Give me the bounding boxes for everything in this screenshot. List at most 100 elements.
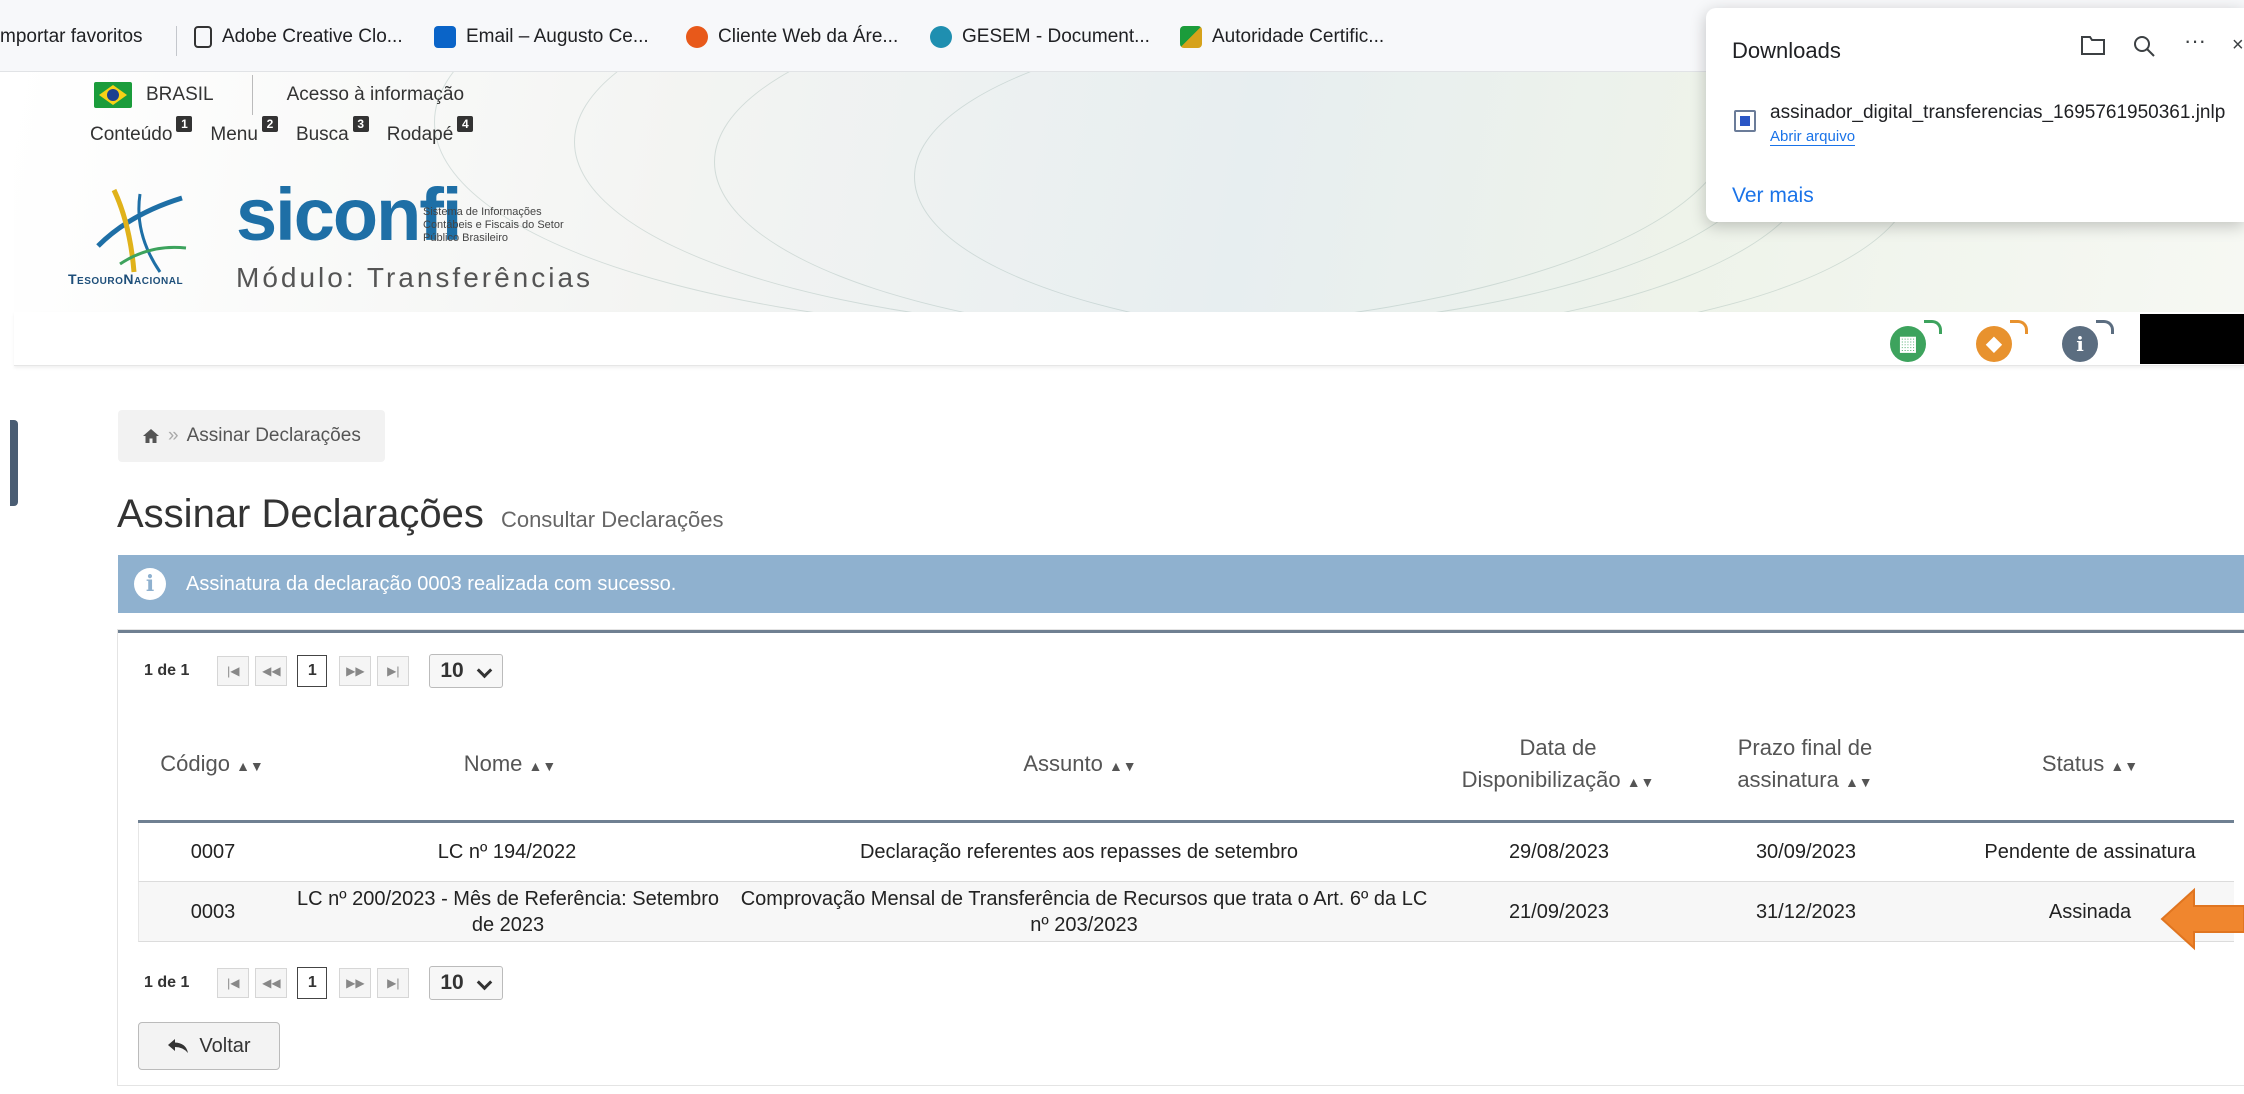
breadcrumb-separator: » xyxy=(168,425,179,446)
close-icon[interactable]: × xyxy=(2232,34,2244,57)
col-header-prazo[interactable]: Prazo final de assinatura ▲▼ xyxy=(1700,732,1910,798)
folder-icon[interactable] xyxy=(2080,34,2106,62)
skip-key: 4 xyxy=(457,116,474,132)
skip-menu-link[interactable]: Menu 2 xyxy=(210,116,278,146)
bookmark-label: Adobe Creative Clo... xyxy=(222,26,403,47)
bookmark-email[interactable]: Email – Augusto Ce... xyxy=(434,26,649,48)
info-icon[interactable]: i xyxy=(2062,320,2114,362)
pager-bottom: 1 de 1 |◀ ◀◀ 1 ▶▶ ▶| 10 xyxy=(144,966,504,1000)
bookmark-label: Email – Augusto Ce... xyxy=(466,26,649,47)
cell-data: 29/08/2023 xyxy=(1508,841,1610,863)
file-icon xyxy=(1734,110,1756,132)
prev-page-button[interactable]: ◀◀ xyxy=(255,656,288,686)
sort-icon: ▲▼ xyxy=(1844,774,1873,790)
brazil-flag-icon xyxy=(94,82,132,108)
search-icon[interactable] xyxy=(2132,34,2156,64)
redacted-block xyxy=(2140,314,2244,364)
col-header-codigo[interactable]: Código ▲▼ xyxy=(150,748,274,782)
page-size-select[interactable]: 10 xyxy=(429,966,504,1000)
reply-icon xyxy=(168,1039,189,1053)
col-header-data[interactable]: Data de Disponibilização ▲▼ xyxy=(1440,732,1676,798)
gov-separator xyxy=(251,75,253,115)
skip-key: 2 xyxy=(261,116,278,132)
page-subtitle: Consultar Declarações xyxy=(500,507,724,532)
bookmark-label: mportar favoritos xyxy=(0,26,143,47)
success-alert: i Assinatura da declaração 0003 realizad… xyxy=(118,555,2244,613)
bookmark-adobe[interactable]: Adobe Creative Clo... xyxy=(194,26,403,48)
bookmark-autoridade[interactable]: Autoridade Certific... xyxy=(1180,26,1384,48)
back-button[interactable]: Voltar xyxy=(138,1022,280,1070)
skip-links: Conteúdo 1 Menu 2 Busca 3 Rodapé 4 xyxy=(90,116,474,146)
pager-count: 1 de 1 xyxy=(144,662,190,679)
certificate-icon xyxy=(1180,26,1202,48)
breadcrumb: » Assinar Declarações xyxy=(118,410,385,462)
open-file-link[interactable]: Abrir arquivo xyxy=(1770,128,1856,146)
col-header-assunto[interactable]: Assunto ▲▼ xyxy=(740,748,1420,782)
cell-assunto: Comprovação Mensal de Transferência de R… xyxy=(740,888,1428,936)
pager-top: 1 de 1 |◀ ◀◀ 1 ▶▶ ▶| 10 xyxy=(144,654,504,688)
first-page-button[interactable]: |◀ xyxy=(217,656,250,686)
module-title: Módulo: Transferências xyxy=(236,262,594,293)
skip-footer-link[interactable]: Rodapé 4 xyxy=(387,116,474,146)
current-page-button[interactable]: 1 xyxy=(297,967,328,999)
bookmark-import-favorites[interactable]: mportar favoritos xyxy=(0,26,143,48)
last-page-button[interactable]: ▶| xyxy=(377,968,410,998)
diamond-glyph: ◆ xyxy=(1986,333,2002,355)
sort-icon: ▲▼ xyxy=(236,758,264,774)
skip-content-link[interactable]: Conteúdo 1 xyxy=(90,116,193,146)
cell-data: 21/09/2023 xyxy=(1508,901,1610,923)
bookmark-label: GESEM - Document... xyxy=(962,26,1150,47)
info-circle-icon: i xyxy=(134,568,166,600)
home-icon[interactable] xyxy=(142,428,160,444)
table-row[interactable]: 0007 LC nº 194/2022 Declaração referente… xyxy=(138,823,2234,882)
sort-icon: ▲▼ xyxy=(2110,758,2139,774)
bookmark-separator xyxy=(176,26,177,56)
skip-label: Busca xyxy=(295,124,349,145)
side-menu-toggle[interactable] xyxy=(10,420,18,506)
col-header-status[interactable]: Status ▲▼ xyxy=(1960,748,2220,782)
cell-codigo: 0003 xyxy=(190,901,236,923)
skip-key: 3 xyxy=(352,116,369,132)
bookmark-label: Autoridade Certific... xyxy=(1212,26,1385,47)
back-button-label: Voltar xyxy=(199,1034,251,1057)
next-page-button[interactable]: ▶▶ xyxy=(339,656,372,686)
first-page-button[interactable]: |◀ xyxy=(217,968,250,998)
siconfi-subtitle: Sistema de Informações Contábeis e Fisca… xyxy=(423,206,564,244)
sort-icon: ▲▼ xyxy=(528,758,557,774)
col-header-nome[interactable]: Nome ▲▼ xyxy=(300,748,720,782)
gov-bar: BRASIL Acesso à informação xyxy=(94,75,464,115)
download-filename[interactable]: assinador_digital_transferencias_1695761… xyxy=(1770,102,2225,124)
cell-status: Pendente de assinatura xyxy=(1984,841,2196,863)
col-header-label: Data de Disponibilização xyxy=(1461,735,1621,792)
skip-search-link[interactable]: Busca 3 xyxy=(295,116,369,146)
more-options-icon[interactable]: ··· xyxy=(2184,28,2206,54)
tesouro-nacional-label: TesouroNacional xyxy=(68,271,184,287)
next-page-button[interactable]: ▶▶ xyxy=(339,968,372,998)
last-page-button[interactable]: ▶| xyxy=(377,656,410,686)
see-more-link[interactable]: Ver mais xyxy=(1732,184,1814,208)
cell-prazo: 31/12/2023 xyxy=(1755,901,1857,923)
cell-nome: LC nº 200/2023 - Mês de Referência: Sete… xyxy=(297,888,719,936)
col-header-label: Código xyxy=(160,751,230,776)
table-row[interactable]: 0003 LC nº 200/2023 - Mês de Referência:… xyxy=(138,882,2234,942)
page-title: Assinar Declarações Consultar Declaraçõe… xyxy=(117,492,724,537)
outlook-icon xyxy=(434,26,456,48)
access-info-link[interactable]: Acesso à informação xyxy=(287,84,464,106)
gov-country[interactable]: BRASIL xyxy=(146,84,214,106)
bookmark-label: Cliente Web da Áre... xyxy=(718,26,899,47)
tesouro-logo-icon xyxy=(96,188,187,273)
skip-label: Conteúdo xyxy=(90,124,173,145)
diamond-icon[interactable]: ◆ xyxy=(1976,320,2028,362)
cell-codigo: 0007 xyxy=(190,841,236,863)
page-size-select[interactable]: 10 xyxy=(429,654,504,688)
page-title-text: Assinar Declarações xyxy=(117,492,484,536)
cell-assunto: Declaração referentes aos repasses de se… xyxy=(859,841,1298,863)
calculator-icon[interactable]: ▦ xyxy=(1890,320,1942,362)
skip-key: 1 xyxy=(176,116,193,132)
cell-nome: LC nº 194/2022 xyxy=(437,841,577,863)
bookmark-cliente-web[interactable]: Cliente Web da Áre... xyxy=(686,26,898,48)
bookmark-gesem[interactable]: GESEM - Document... xyxy=(930,26,1150,48)
cell-prazo: 30/09/2023 xyxy=(1755,841,1857,863)
prev-page-button[interactable]: ◀◀ xyxy=(255,968,288,998)
current-page-button[interactable]: 1 xyxy=(297,655,328,687)
